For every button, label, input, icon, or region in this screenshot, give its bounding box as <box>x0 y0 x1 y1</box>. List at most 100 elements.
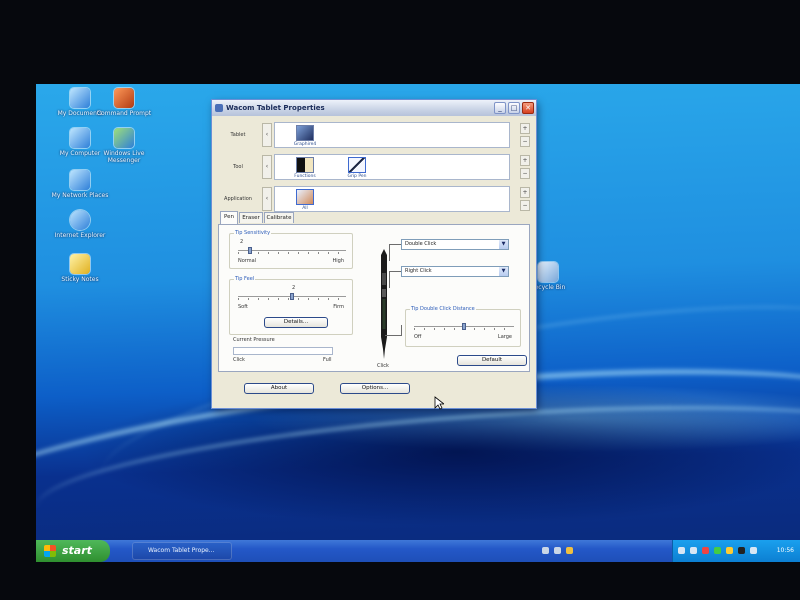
tablet-row: Tablet ‹ Graphire4 + − <box>216 120 532 150</box>
tablet-item-label: Graphire4 <box>293 142 317 147</box>
tool-remove-button[interactable]: − <box>520 168 530 179</box>
taskbar-item-wacom[interactable]: Wacom Tablet Prope... <box>132 542 232 560</box>
tip-feel-label: Tip Feel <box>234 276 256 282</box>
tray-update-icon[interactable] <box>726 547 733 554</box>
default-button[interactable]: Default <box>457 355 527 366</box>
double-click-distance-label: Tip Double Click Distance <box>410 306 476 312</box>
tip-sensitivity-group: Tip Sensitivity 2 Normal High <box>229 230 353 269</box>
tray-display-icon[interactable] <box>738 547 745 554</box>
application-list: All <box>274 186 510 212</box>
maximize-button[interactable]: □ <box>508 102 520 114</box>
connector-tip <box>385 325 402 336</box>
mouse-cursor-icon <box>434 396 444 410</box>
about-button[interactable]: About <box>244 383 314 394</box>
wacom-properties-window: Wacom Tablet Properties _ □ ✕ Tablet ‹ G… <box>212 100 536 408</box>
lower-button-value: Right Click <box>405 268 432 274</box>
functions-icon <box>296 157 314 173</box>
slider-track <box>238 250 346 251</box>
slider-thumb[interactable] <box>462 323 466 330</box>
desktop-icon-messenger[interactable]: Windows Live Messenger <box>92 128 156 164</box>
windows-logo-icon <box>44 545 56 557</box>
upper-button-select[interactable]: Double Click ▼ <box>401 239 509 250</box>
desktop-icon-label: Sticky Notes <box>61 276 99 283</box>
slider-thumb[interactable] <box>290 293 294 300</box>
tool-row-label: Tool <box>233 164 243 170</box>
application-remove-button[interactable]: − <box>520 200 530 211</box>
tray-volume-icon[interactable] <box>690 547 697 554</box>
desktop-icon-network-places[interactable]: My Network Places <box>48 170 112 199</box>
desktop-icon-sticky-notes[interactable]: Sticky Notes <box>48 254 112 283</box>
tool-scroll-left-button[interactable]: ‹ <box>262 155 272 179</box>
tray-usb-icon[interactable] <box>750 547 757 554</box>
desktop-icon-label: Windows Live Messenger <box>103 150 145 164</box>
tray-wacom-icon[interactable] <box>702 547 709 554</box>
upper-button-value: Double Click <box>405 241 437 247</box>
desktop-icon-internet-explorer[interactable]: Internet Explorer <box>48 210 112 239</box>
slider-ticks <box>238 252 346 254</box>
system-tray: 10:56 <box>672 540 800 562</box>
tab-pen[interactable]: Pen <box>220 211 238 224</box>
tip-feel-value: 2 <box>292 285 296 291</box>
chevron-down-icon[interactable]: ▼ <box>499 240 508 249</box>
my-computer-icon <box>70 128 90 148</box>
tablet-row-side: + − <box>520 123 530 147</box>
network-places-icon <box>70 170 90 190</box>
tablet-add-button[interactable]: + <box>520 123 530 134</box>
tool-item-grip-pen[interactable]: Grip Pen <box>335 157 379 180</box>
tool-row: Tool ‹ Functions Grip Pen + − <box>216 152 532 182</box>
tip-feel-slider[interactable] <box>238 293 346 301</box>
tray-security-icon[interactable] <box>714 547 721 554</box>
desktop: My Documents Command Prompt My Computer … <box>36 84 800 562</box>
tip-feel-group: Tip Feel 2 Soft Firm Details... <box>229 276 353 335</box>
application-row-side: + − <box>520 187 530 211</box>
current-pressure-min-label: Click <box>233 357 245 363</box>
lower-button-select[interactable]: Right Click ▼ <box>401 266 509 277</box>
tablet-item-graphire4[interactable]: Graphire4 <box>283 125 327 148</box>
sticky-notes-icon <box>70 254 90 274</box>
tip-feel-min-label: Soft <box>238 304 248 310</box>
application-row-label: Application <box>224 196 252 202</box>
current-pressure-bar <box>233 347 333 355</box>
recycle-bin-icon <box>538 262 558 282</box>
tip-feel-details-button[interactable]: Details... <box>264 317 328 328</box>
tray-arrow-icon[interactable] <box>678 547 685 554</box>
application-item-all[interactable]: All <box>283 189 327 212</box>
tablet-remove-button[interactable]: − <box>520 136 530 147</box>
taskbar: start Wacom Tablet Prope... 10:56 <box>36 540 800 562</box>
desktop-icon-command-prompt[interactable]: Command Prompt <box>92 88 156 117</box>
tool-item-functions[interactable]: Functions <box>283 157 327 180</box>
tab-calibrate[interactable]: Calibrate <box>264 212 294 223</box>
start-label: start <box>62 544 92 557</box>
tool-item-label: Functions <box>294 174 316 179</box>
tool-add-button[interactable]: + <box>520 155 530 166</box>
window-title: Wacom Tablet Properties <box>226 104 325 112</box>
command-prompt-icon <box>114 88 134 108</box>
internet-explorer-icon <box>70 210 90 230</box>
tab-eraser[interactable]: Eraser <box>239 212 263 223</box>
window-titlebar[interactable]: Wacom Tablet Properties _ □ ✕ <box>212 100 536 116</box>
desktop-icon-label: Internet Explorer <box>54 232 106 239</box>
minimize-button[interactable]: _ <box>494 102 506 114</box>
tray-network-icon[interactable] <box>542 547 549 554</box>
chevron-down-icon[interactable]: ▼ <box>499 267 508 276</box>
slider-thumb[interactable] <box>248 247 252 254</box>
double-click-distance-min-label: Off <box>414 334 422 340</box>
application-row: Application ‹ All + − <box>216 184 532 214</box>
tablet-list: Graphire4 <box>274 122 510 148</box>
double-click-distance-slider[interactable] <box>414 323 514 331</box>
tablet-icon <box>296 125 314 141</box>
application-scroll-left-button[interactable]: ‹ <box>262 187 272 211</box>
tip-sensitivity-slider[interactable] <box>238 247 346 255</box>
tablet-scroll-left-button[interactable]: ‹ <box>262 123 272 147</box>
pen-tip-label: Click <box>377 363 389 369</box>
close-button[interactable]: ✕ <box>522 102 534 114</box>
double-click-distance-group: Tip Double Click Distance Off Large <box>405 306 521 347</box>
tray-monitor-icon[interactable] <box>554 547 561 554</box>
application-add-button[interactable]: + <box>520 187 530 198</box>
tool-row-side: + − <box>520 155 530 179</box>
options-button[interactable]: Options... <box>340 383 410 394</box>
all-applications-icon <box>296 189 314 205</box>
start-button[interactable]: start <box>36 540 110 562</box>
tray-shield-icon[interactable] <box>566 547 573 554</box>
pen-illustration <box>381 249 387 359</box>
